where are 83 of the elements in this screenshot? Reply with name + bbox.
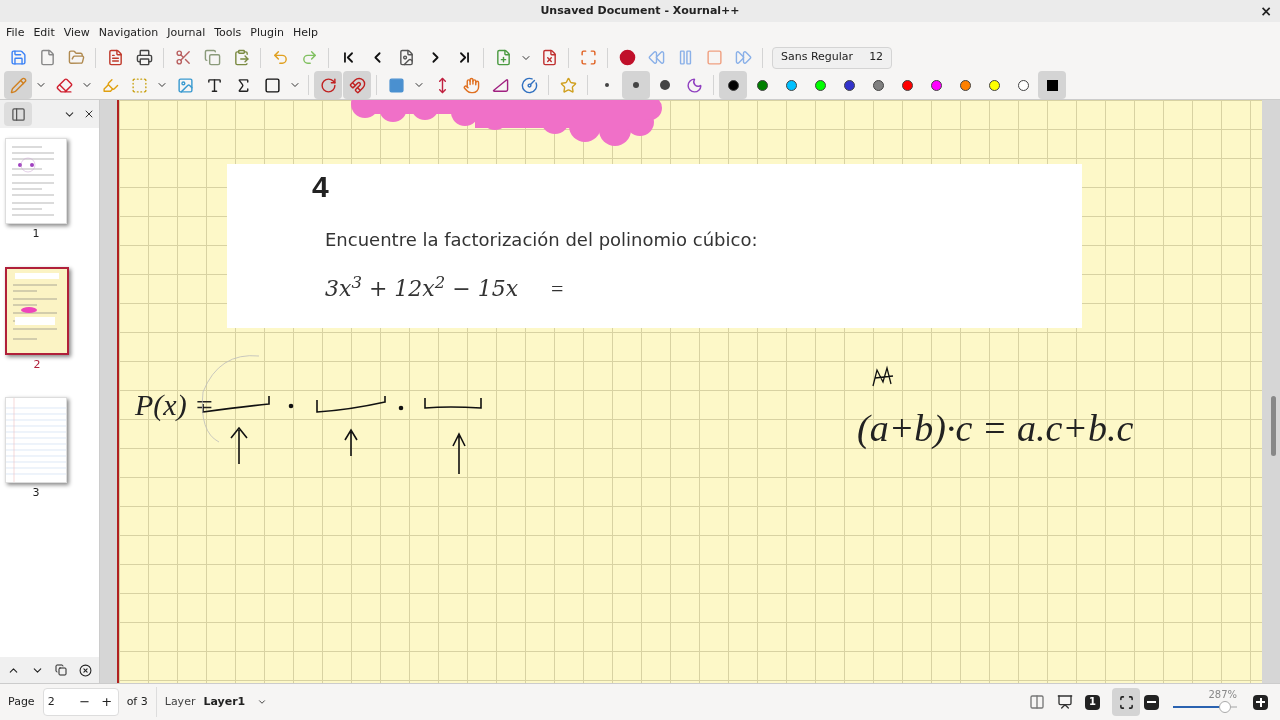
- selection-icon: [130, 76, 148, 94]
- menu-item[interactable]: View: [63, 24, 90, 42]
- fast-forward-icon: [734, 49, 752, 66]
- clipboard-icon: [232, 49, 250, 66]
- close-button[interactable]: ×: [1260, 0, 1272, 22]
- folder-icon: [67, 49, 85, 66]
- shape-icon: [387, 76, 405, 94]
- rotation-snap-icon: [319, 76, 337, 94]
- two-pages-icon[interactable]: [1029, 694, 1045, 710]
- highlighter-icon: [101, 76, 119, 94]
- blank-page-icon: [38, 49, 56, 66]
- zoom-reading: 287%: [1208, 690, 1237, 700]
- rectangle-icon: [263, 76, 281, 94]
- pdf-file-icon: [106, 49, 124, 66]
- menu-item[interactable]: Tools: [214, 24, 242, 42]
- page-preview[interactable]: [5, 266, 69, 355]
- decrement-button[interactable]: −: [73, 692, 96, 712]
- eraser-icon: [55, 76, 73, 94]
- fill-icon: [685, 76, 703, 94]
- presentation-icon[interactable]: [1057, 694, 1073, 710]
- image-icon: [176, 76, 194, 94]
- page-field[interactable]: 2: [43, 693, 74, 711]
- window-title: Unsaved Document - Xournal++: [540, 2, 740, 19]
- fit-button[interactable]: [1112, 688, 1140, 716]
- page-label: Page: [8, 693, 35, 710]
- layer-label: Layer: [164, 693, 196, 710]
- page-count: of 3: [126, 693, 148, 710]
- fit-icon: [1118, 694, 1134, 710]
- record-icon: [618, 49, 636, 66]
- actual-size-button[interactable]: 1: [1085, 694, 1100, 710]
- font-button[interactable]: Sans Regular 12: [772, 46, 893, 69]
- menu-item[interactable]: File: [6, 24, 25, 42]
- close-icon[interactable]: [83, 108, 95, 120]
- expand-icon: [579, 49, 597, 66]
- menu-item[interactable]: Journal: [167, 24, 206, 42]
- undo-icon: [271, 49, 289, 66]
- copy-icon: [203, 49, 221, 66]
- add-page-icon: [494, 49, 512, 66]
- rotation-snap-button[interactable]: [314, 71, 342, 99]
- star-icon: [559, 76, 577, 94]
- caret-icon[interactable]: [257, 697, 268, 707]
- hand-icon: [462, 76, 480, 94]
- pages-icon: [10, 106, 26, 122]
- text-icon: [205, 76, 223, 94]
- exercise-number: 4: [312, 169, 329, 205]
- layer-dropdown[interactable]: Layer1: [203, 693, 246, 711]
- pencil-icon: [9, 76, 27, 94]
- scribble-drawing: [871, 364, 895, 388]
- printer-icon: [135, 49, 153, 66]
- handwritten-note: P(x) =: [135, 387, 215, 423]
- page-number: 2: [33, 356, 41, 373]
- stop-icon: [705, 49, 723, 66]
- line-width-button[interactable]: [622, 71, 650, 99]
- increment-button[interactable]: +: [95, 692, 118, 712]
- copy-icon: [55, 664, 68, 676]
- zoom-out-button[interactable]: [1144, 694, 1159, 710]
- slider-thumb[interactable]: [1219, 701, 1232, 713]
- scissors-icon: [174, 49, 192, 66]
- custom-color-button[interactable]: [1038, 71, 1066, 99]
- handwritten-formula: (a+b)·c = a.c+b.c: [857, 406, 1134, 451]
- sidebar-layout-button[interactable]: [4, 102, 32, 126]
- scrollbar-thumb[interactable]: [1271, 396, 1276, 456]
- menu-item[interactable]: Edit: [33, 24, 55, 42]
- delete-icon: [78, 663, 92, 677]
- page-number: 1: [32, 226, 40, 242]
- color-button[interactable]: [719, 71, 747, 99]
- zoom-in-button[interactable]: [1253, 694, 1268, 710]
- delete-page-icon: [540, 49, 558, 66]
- menu-item[interactable]: Help: [293, 24, 319, 42]
- magnet-button[interactable]: [343, 71, 371, 99]
- menu-item[interactable]: Plugin: [250, 24, 284, 42]
- compass-icon: [520, 76, 538, 94]
- zoom-slider[interactable]: [1173, 700, 1237, 714]
- redo-icon: [300, 49, 318, 66]
- magnet-icon: [348, 76, 366, 94]
- handwritten-equals: =: [551, 275, 564, 303]
- page-number: 3: [32, 485, 40, 501]
- page-spinner[interactable]: 2 − +: [42, 688, 119, 716]
- exercise-prompt: Encuentre la factorización del polinomio cúbico:: [325, 228, 758, 252]
- polynomial-expression: 3x$^{3}$ + 12x$^{2}$ − 15x: [325, 272, 519, 303]
- menu-item[interactable]: Navigation: [98, 24, 159, 42]
- rewind-icon: [647, 49, 665, 66]
- goto-page-icon: [397, 49, 415, 66]
